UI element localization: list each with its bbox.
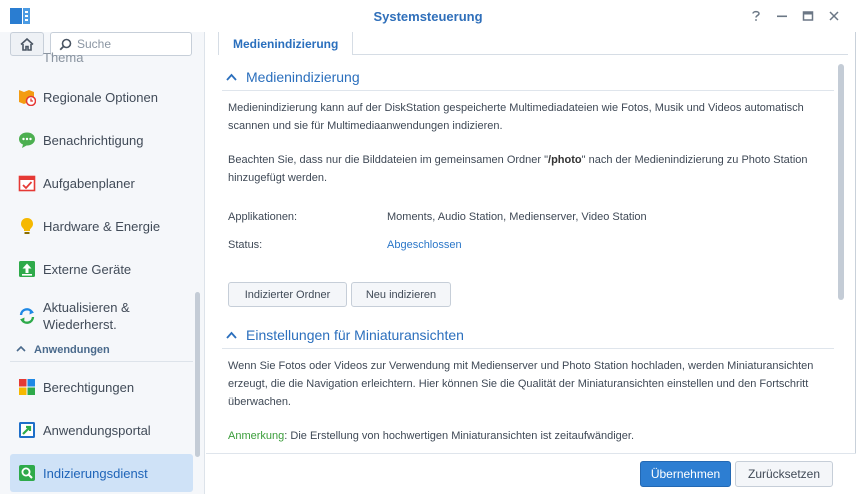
regional-options-icon bbox=[18, 88, 36, 106]
main-content: Medienindizierung Medienindizierung kann… bbox=[218, 56, 838, 454]
indexed-folder-button[interactable]: Indizierter Ordner bbox=[228, 282, 347, 307]
control-panel-window: Systemsteuerung Suche Thema Regionale Op… bbox=[0, 0, 856, 494]
sidebar-item-update-restore[interactable]: Aktualisieren & Wiederherst. bbox=[10, 293, 193, 339]
task-scheduler-icon bbox=[18, 174, 36, 192]
section-divider bbox=[222, 90, 834, 91]
applications-label: Applikationen: bbox=[228, 211, 298, 223]
tab-bar: Medienindizierung bbox=[218, 32, 848, 56]
section-thumbnail-settings-header[interactable]: Einstellungen für Miniaturansichten bbox=[226, 324, 464, 346]
title-bar[interactable]: Systemsteuerung bbox=[0, 0, 856, 32]
photo-folder-note: Beachten Sie, dass nur die Bilddateien i… bbox=[228, 154, 808, 184]
sidebar-item-application-portal[interactable]: Anwendungsportal bbox=[10, 411, 193, 449]
sidebar-group-applications[interactable]: Anwendungen bbox=[10, 338, 193, 362]
lightbulb-icon bbox=[18, 217, 36, 235]
content-scrollbar[interactable] bbox=[838, 64, 844, 300]
sidebar-item-privileges[interactable]: Berechtigungen bbox=[10, 368, 193, 406]
section-divider bbox=[222, 348, 834, 349]
section-media-indexing-header[interactable]: Medienindizierung bbox=[226, 66, 360, 88]
close-icon[interactable] bbox=[824, 6, 844, 26]
privileges-icon bbox=[18, 378, 36, 396]
sidebar-item-regional-options[interactable]: Regionale Optionen bbox=[10, 78, 193, 116]
minimize-icon[interactable] bbox=[772, 6, 792, 26]
sidebar-scrollbar[interactable] bbox=[195, 292, 200, 457]
thumbnail-description: Wenn Sie Fotos oder Videos zur Verwendun… bbox=[228, 360, 814, 408]
footer-bar: Übernehmen Zurücksetzen bbox=[206, 453, 856, 494]
external-devices-icon bbox=[18, 260, 36, 278]
sidebar-item-indexing-service[interactable]: Indizierungsdienst bbox=[10, 454, 193, 492]
indexing-service-icon bbox=[18, 464, 36, 482]
theme-icon bbox=[18, 48, 36, 66]
help-icon[interactable] bbox=[746, 6, 766, 26]
status-label: Status: bbox=[228, 239, 263, 251]
application-portal-icon bbox=[18, 421, 36, 439]
sidebar-item-task-scheduler[interactable]: Aufgabenplaner bbox=[10, 164, 193, 202]
sidebar-item-external-devices[interactable]: Externe Geräte bbox=[10, 250, 193, 288]
thumbnail-note: Anmerkung: Die Erstellung von hochwertig… bbox=[228, 430, 635, 442]
maximize-icon[interactable] bbox=[798, 6, 818, 26]
sidebar-item-notification[interactable]: Benachrichtigung bbox=[10, 121, 193, 159]
tab-media-indexing[interactable]: Medienindizierung bbox=[218, 32, 354, 56]
status-value[interactable]: Abgeschlossen bbox=[387, 239, 462, 251]
chevron-up-icon bbox=[16, 344, 26, 355]
sidebar-item-theme[interactable]: Thema bbox=[10, 38, 193, 76]
sidebar-item-hardware-power[interactable]: Hardware & Energie bbox=[10, 207, 193, 245]
sidebar: Thema Regionale Optionen Benachrichtigun… bbox=[0, 32, 205, 494]
reindex-button[interactable]: Neu indizieren bbox=[351, 282, 451, 307]
reset-button[interactable]: Zurücksetzen bbox=[735, 461, 833, 487]
window-title: Systemsteuerung bbox=[373, 9, 483, 24]
photo-folder-path: /photo bbox=[548, 154, 582, 166]
apply-button[interactable]: Übernehmen bbox=[640, 461, 731, 487]
update-restore-icon bbox=[18, 307, 36, 325]
applications-value: Moments, Audio Station, Medienserver, Vi… bbox=[387, 211, 647, 223]
note-label: Anmerkung bbox=[228, 430, 285, 442]
media-indexing-description: Medienindizierung kann auf der DiskStati… bbox=[228, 102, 804, 132]
chevron-up-icon bbox=[226, 331, 237, 339]
chevron-up-icon bbox=[226, 73, 237, 81]
notification-icon bbox=[18, 131, 36, 149]
